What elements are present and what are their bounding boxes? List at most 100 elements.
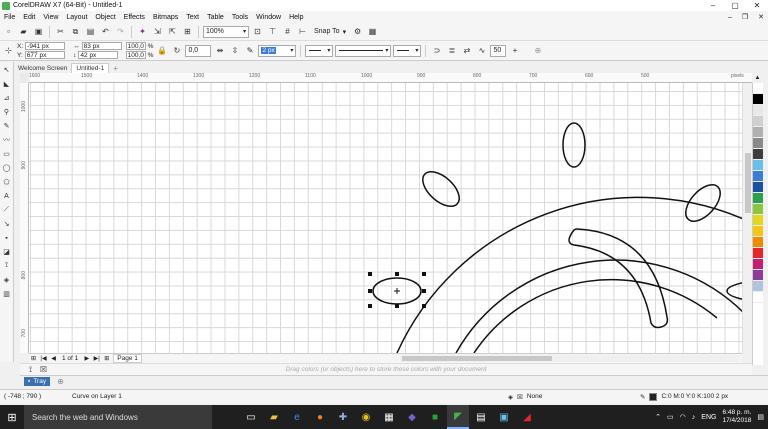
reverse-direction-icon[interactable]: ⇄ [460, 44, 473, 57]
cut-icon[interactable]: ✂ [54, 25, 67, 38]
visual-studio-icon[interactable]: ◆ [401, 405, 423, 429]
clock[interactable]: 6:48 p. m. 17/4/2018 [722, 409, 751, 425]
drawing-canvas[interactable] [29, 83, 752, 353]
palette-swatch[interactable] [753, 83, 763, 94]
first-page-icon[interactable]: ⊞ [30, 355, 37, 362]
copy-icon[interactable]: ⧉ [69, 25, 82, 38]
add-page-icon[interactable]: ⊞ [103, 355, 110, 362]
pick-tool-icon[interactable]: ↖ [2, 65, 12, 75]
palette-swatch[interactable] [753, 160, 763, 171]
drawing-svg[interactable] [29, 83, 752, 353]
palette-swatch[interactable] [753, 182, 763, 193]
vertical-ruler[interactable]: 1000 900 800 700 [20, 83, 29, 353]
mirror-horizontal-icon[interactable]: ⇹ [213, 44, 226, 57]
tab-untitled-1[interactable]: Untitled-1 [71, 63, 110, 73]
tool-app-icon[interactable]: ✚ [332, 405, 354, 429]
document-palette-bar[interactable]: ⟟ ☒ Drag colors (or objects) here to sto… [20, 363, 752, 375]
task-view-icon[interactable]: ▭ [240, 405, 262, 429]
notifications-icon[interactable]: ▤ [757, 413, 764, 421]
calculator-icon[interactable]: ▦ [378, 405, 400, 429]
shape-tool-icon[interactable]: ◣ [2, 79, 12, 89]
eyedropper-tool-icon[interactable]: ⟟ [2, 261, 12, 271]
height-input[interactable]: 42 px [78, 51, 119, 59]
import-icon[interactable]: ⇲ [151, 25, 164, 38]
maximize-button[interactable]: ▢ [724, 0, 746, 11]
windows-start-icon[interactable]: ⊞ [0, 405, 24, 429]
palette-swatch[interactable] [753, 248, 763, 259]
transparency-tool-icon[interactable]: ◪ [2, 247, 12, 257]
palette-swatch[interactable] [753, 149, 763, 160]
close-button[interactable]: ✕ [746, 0, 768, 11]
smoothing-input[interactable]: 50 [490, 44, 507, 57]
outline-indicator[interactable]: ✎ C:0 M:0 Y:0 K:100 2 px [640, 392, 728, 401]
doc-close-button[interactable]: ✕ [758, 13, 764, 21]
rotation-input[interactable]: 0,0 [185, 44, 212, 57]
show-guidelines-icon[interactable]: ⊢ [296, 25, 309, 38]
menu-object[interactable]: Object [91, 14, 119, 21]
close-curve-icon[interactable]: ⊃ [430, 44, 443, 57]
horizontal-ruler[interactable]: 1600 1500 1400 1300 1200 1100 1000 900 8… [29, 73, 752, 83]
artistic-media-icon[interactable]: 〰 [2, 135, 12, 145]
movie-app-icon[interactable]: ▤ [470, 405, 492, 429]
menu-table[interactable]: Table [203, 14, 228, 21]
y-position-input[interactable]: 677 px [24, 51, 65, 59]
doc-restore-button[interactable]: ❐ [742, 13, 748, 21]
palette-swatch[interactable] [753, 281, 763, 292]
battery-icon[interactable]: ▭ [667, 413, 674, 421]
width-input[interactable]: 83 px [81, 42, 122, 50]
menu-window[interactable]: Window [252, 14, 285, 21]
outline-width-select[interactable]: 2 px [258, 44, 297, 57]
page-1-tab[interactable]: Page 1 [113, 354, 142, 363]
photo-app-icon[interactable]: ▣ [493, 405, 515, 429]
network-icon[interactable]: ◠ [680, 413, 686, 421]
x-position-input[interactable]: -941 px [25, 42, 66, 50]
pdf-reader-icon[interactable]: ◢ [516, 405, 538, 429]
tray-tab[interactable]: ▪ Tray [24, 377, 51, 386]
menu-edit[interactable]: Edit [19, 14, 39, 21]
palette-swatch[interactable] [753, 171, 763, 182]
menu-layout[interactable]: Layout [62, 14, 91, 21]
text-tool-icon[interactable]: A [2, 191, 12, 201]
next-page-button[interactable]: ▶ [83, 355, 90, 362]
last-page-button[interactable]: ▶| [93, 355, 100, 362]
add-tab-icon[interactable]: + [109, 63, 122, 73]
palette-swatch[interactable] [753, 94, 763, 105]
options-icon[interactable]: ⚙ [351, 25, 364, 38]
palette-swatch[interactable] [753, 116, 763, 127]
add-tray-icon[interactable]: ⊕ [54, 375, 67, 388]
menu-text[interactable]: Text [182, 14, 203, 21]
palette-swatch[interactable] [753, 138, 763, 149]
coreldraw-task-icon[interactable]: ◤ [447, 405, 469, 429]
fill-indicator[interactable]: ◈ ☒ None [508, 393, 542, 401]
zoom-level-select[interactable]: 100% [203, 25, 249, 38]
rectangle-tool-icon[interactable]: ▭ [2, 149, 12, 159]
minimize-button[interactable]: – [702, 0, 724, 11]
palette-swatch[interactable] [753, 226, 763, 237]
file-explorer-icon[interactable]: ▰ [263, 405, 285, 429]
application-launcher-icon[interactable]: ▦ [366, 25, 379, 38]
taskbar-search-box[interactable]: Search the web and Windows [24, 405, 212, 429]
lock-ratio-icon[interactable]: 🔒 [155, 44, 168, 57]
palette-swatch[interactable] [753, 204, 763, 215]
chevron-up-icon[interactable]: ⌃ [655, 413, 661, 421]
scale-x-input[interactable]: 100,0 [125, 42, 146, 50]
connector-tool-icon[interactable]: ↘ [2, 219, 12, 229]
new-document-icon[interactable]: ▫ [2, 25, 15, 38]
ruler-origin[interactable] [20, 73, 29, 83]
menu-bitmaps[interactable]: Bitmaps [149, 14, 182, 21]
palette-swatch[interactable] [753, 292, 763, 303]
scale-y-input[interactable]: 100,0 [125, 51, 146, 59]
save-icon[interactable]: ▣ [32, 25, 45, 38]
publish-pdf-icon[interactable]: ⊞ [181, 25, 194, 38]
menu-file[interactable]: File [0, 14, 19, 21]
volume-icon[interactable]: ♪ [692, 414, 696, 421]
zoom-tool-icon[interactable]: ⚲ [2, 107, 12, 117]
smoothing-slider-icon[interactable]: + [508, 44, 521, 57]
polygon-tool-icon[interactable]: ⬠ [2, 177, 12, 187]
horizontal-scrollbar[interactable] [400, 355, 740, 362]
menu-view[interactable]: View [39, 14, 62, 21]
quick-customize-icon[interactable]: ⊕ [531, 44, 544, 57]
palette-swatch[interactable] [753, 193, 763, 204]
freehand-tool-icon[interactable]: ✎ [2, 121, 12, 131]
snap-to-dropdown[interactable]: Snap To ▾ [311, 26, 349, 38]
